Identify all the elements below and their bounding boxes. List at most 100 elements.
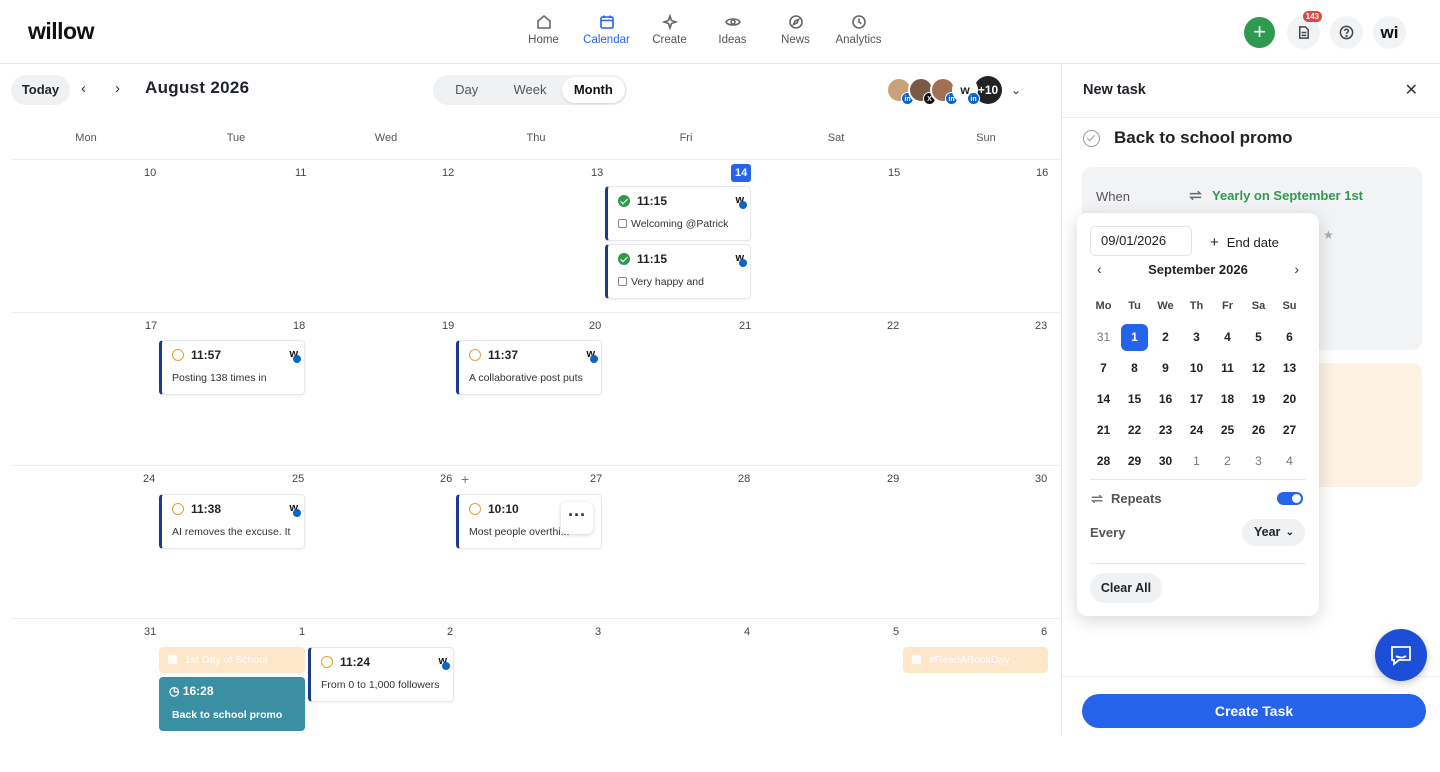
today-button[interactable]: Today: [11, 75, 70, 105]
date-cell[interactable]: 30: [1150, 446, 1181, 477]
day-number[interactable]: 30: [1035, 473, 1047, 485]
date-cell[interactable]: 4: [1274, 446, 1305, 477]
date-cell[interactable]: 23: [1150, 415, 1181, 446]
day-number[interactable]: 16: [1036, 167, 1048, 179]
nav-calendar[interactable]: Calendar: [575, 14, 638, 46]
clear-all-button[interactable]: Clear All: [1090, 573, 1162, 603]
view-day[interactable]: Day: [435, 77, 498, 103]
date-cell[interactable]: 22: [1119, 415, 1150, 446]
date-cell[interactable]: 16: [1150, 384, 1181, 415]
chevron-down-icon[interactable]: ⌄: [1011, 83, 1021, 97]
more-options-button[interactable]: ···: [561, 502, 593, 534]
date-cell[interactable]: 6: [1274, 322, 1305, 353]
date-cell[interactable]: 11: [1212, 353, 1243, 384]
day-number[interactable]: 12: [442, 167, 454, 179]
next-month-icon[interactable]: ›: [115, 80, 120, 97]
complete-check-icon[interactable]: [1083, 129, 1100, 147]
date-cell[interactable]: 18: [1212, 384, 1243, 415]
date-cell[interactable]: 19: [1243, 384, 1274, 415]
end-date-button[interactable]: + End date: [1210, 234, 1279, 251]
create-task-button[interactable]: Create Task: [1082, 694, 1426, 728]
date-cell[interactable]: 31: [1088, 322, 1119, 353]
nav-ideas[interactable]: Ideas: [701, 14, 764, 46]
day-number[interactable]: 22: [887, 320, 899, 332]
user-avatar[interactable]: wi: [1373, 16, 1406, 49]
date-cell[interactable]: 1: [1181, 446, 1212, 477]
willow-logo[interactable]: willow: [28, 18, 95, 45]
date-cell[interactable]: 3: [1181, 322, 1212, 353]
next-month-icon[interactable]: ›: [1294, 261, 1299, 277]
day-number[interactable]: 17: [145, 320, 157, 332]
date-cell[interactable]: 20: [1274, 384, 1305, 415]
day-number[interactable]: 15: [888, 167, 900, 179]
day-number[interactable]: 13: [591, 167, 603, 179]
nav-home[interactable]: Home: [512, 14, 575, 46]
day-number[interactable]: 6: [1041, 626, 1047, 638]
account-filter[interactable]: in X in w in +10 ⌄: [886, 76, 1021, 105]
day-number[interactable]: 20: [589, 320, 601, 332]
date-cell[interactable]: 14: [1088, 384, 1119, 415]
add-button[interactable]: +: [1244, 17, 1275, 48]
date-cell[interactable]: 15: [1119, 384, 1150, 415]
day-number[interactable]: 1: [299, 626, 305, 638]
day-number[interactable]: 4: [744, 626, 750, 638]
close-icon[interactable]: ✕: [1405, 80, 1418, 100]
date-cell-selected[interactable]: 1: [1121, 324, 1148, 351]
date-cell[interactable]: 13: [1274, 353, 1305, 384]
date-cell[interactable]: 4: [1212, 322, 1243, 353]
day-number[interactable]: 28: [738, 473, 750, 485]
nav-create[interactable]: Create: [638, 14, 701, 46]
post-card[interactable]: 11:15 w Welcoming @Patrick: [605, 186, 751, 241]
day-number[interactable]: 29: [887, 473, 899, 485]
holiday-chip[interactable]: 1st Day of School: [159, 647, 305, 673]
repeats-toggle[interactable]: [1277, 492, 1303, 505]
date-cell[interactable]: 25: [1212, 415, 1243, 446]
post-card[interactable]: 11:37 w A collaborative post puts: [456, 340, 602, 395]
date-cell[interactable]: 21: [1088, 415, 1119, 446]
day-number[interactable]: 5: [893, 626, 899, 638]
chat-support-button[interactable]: [1375, 629, 1427, 681]
date-cell[interactable]: 12: [1243, 353, 1274, 384]
date-cell[interactable]: 7: [1088, 353, 1119, 384]
day-number[interactable]: 21: [739, 320, 751, 332]
day-number[interactable]: 31: [144, 626, 156, 638]
day-number[interactable]: 10: [144, 167, 156, 179]
day-number[interactable]: 3: [595, 626, 601, 638]
date-cell[interactable]: 28: [1088, 446, 1119, 477]
day-number[interactable]: 19: [442, 320, 454, 332]
date-cell[interactable]: 8: [1119, 353, 1150, 384]
date-cell[interactable]: 5: [1243, 322, 1274, 353]
every-select[interactable]: Year ⌄: [1242, 519, 1305, 546]
task-card[interactable]: ◷ 16:28 Back to school promo: [159, 677, 305, 731]
post-card[interactable]: 11:38 w AI removes the excuse. It: [159, 494, 305, 549]
date-cell[interactable]: 2: [1150, 322, 1181, 353]
nav-news[interactable]: News: [764, 14, 827, 46]
nav-analytics[interactable]: Analytics: [827, 14, 890, 46]
view-week[interactable]: Week: [498, 77, 561, 103]
holiday-chip[interactable]: #ReadABookDay: [903, 647, 1048, 673]
day-number[interactable]: 24: [143, 473, 155, 485]
date-cell[interactable]: 29: [1119, 446, 1150, 477]
date-cell[interactable]: 26: [1243, 415, 1274, 446]
help-button[interactable]: [1330, 16, 1363, 49]
when-value[interactable]: Yearly on September 1st: [1188, 188, 1363, 203]
date-cell[interactable]: 17: [1181, 384, 1212, 415]
day-number[interactable]: 27: [590, 473, 602, 485]
post-card[interactable]: 11:24 w From 0 to 1,000 followers: [308, 647, 454, 702]
date-cell[interactable]: 10: [1181, 353, 1212, 384]
day-number[interactable]: 25: [292, 473, 304, 485]
task-title[interactable]: Back to school promo: [1114, 128, 1293, 148]
day-number-today[interactable]: 14: [731, 164, 752, 182]
date-input[interactable]: 09/01/2026: [1090, 226, 1192, 256]
notifications-button[interactable]: 143: [1287, 11, 1322, 49]
view-month[interactable]: Month: [561, 77, 625, 103]
post-card[interactable]: 11:15 w Very happy and: [605, 244, 751, 299]
add-post-plus-icon[interactable]: +: [461, 471, 469, 487]
day-number[interactable]: 26: [440, 473, 452, 485]
day-number[interactable]: 11: [295, 167, 306, 179]
day-number[interactable]: 2: [447, 626, 453, 638]
post-card[interactable]: 11:57 w Posting 138 times in: [159, 340, 305, 395]
day-number[interactable]: 23: [1035, 320, 1047, 332]
prev-month-icon[interactable]: ‹: [81, 80, 86, 97]
date-cell[interactable]: 3: [1243, 446, 1274, 477]
